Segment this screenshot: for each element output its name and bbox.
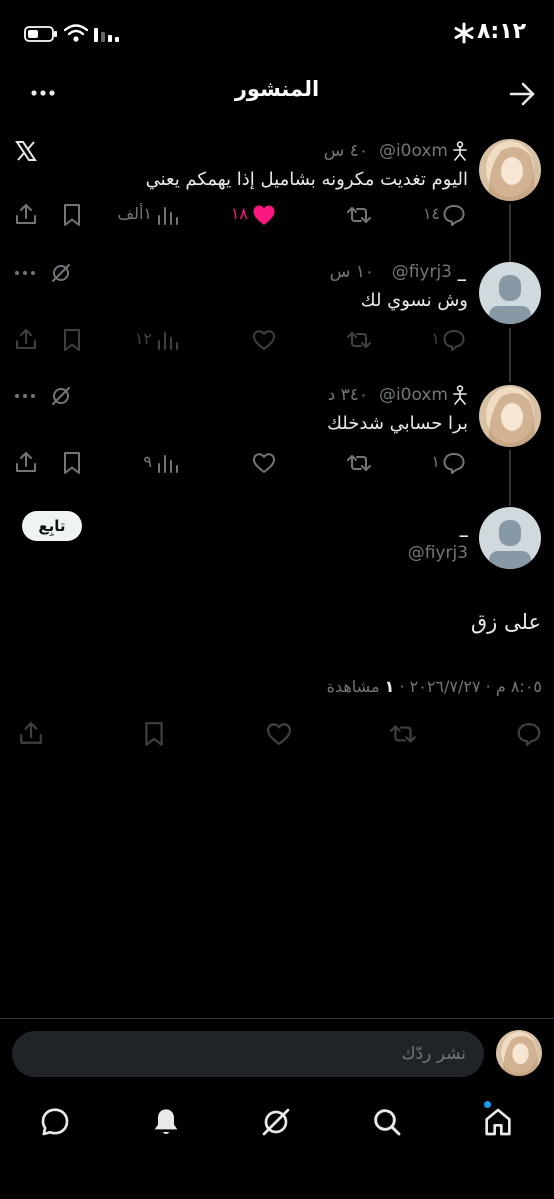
post-author-handle[interactable]: @fiyrj3 [370, 541, 468, 565]
main-post: _ @fiyrj3 تابِع على زق ٨:٠٥ م · ٢٠٢٦/٧/٢… [0, 505, 554, 765]
like-button[interactable]: ١٨ [226, 201, 280, 229]
search-icon[interactable] [371, 1106, 403, 1138]
bookmark-icon[interactable] [143, 721, 165, 747]
x-logo-icon [14, 139, 38, 163]
more-icon[interactable] [14, 264, 36, 282]
reply-bar: نشر ردّك [0, 1018, 554, 1091]
more-icon[interactable] [14, 387, 36, 405]
tweet[interactable]: _ @fiyrj3 ١٠ س وش نسوي لك ١ ١٢ [0, 258, 554, 370]
views-count: ١ [384, 677, 395, 696]
page-title: المنشور [234, 77, 320, 101]
notifications-icon[interactable] [150, 1106, 182, 1138]
tweet-actions: ١٤ ١٨ ١ألف [0, 201, 554, 231]
share-icon[interactable] [14, 450, 38, 474]
repost-icon[interactable] [389, 721, 417, 747]
tweet[interactable]: @i0oxm ٣٤٠ د برا حسابي شدخلك ١ ٩ [0, 381, 554, 493]
reply-button[interactable]: ١ [420, 449, 470, 477]
reply-button[interactable]: ١ [420, 326, 470, 354]
tweet-actions: ١ ٩ [0, 449, 554, 479]
verified-figure-icon [451, 385, 469, 405]
avatar [496, 1030, 542, 1076]
bookmark-icon[interactable] [62, 328, 82, 352]
tweet-text: اليوم تغديت مكرونه بشاميل إذا يهمكم يعني [145, 169, 468, 190]
tweet-text: وش نسوي لك [360, 290, 468, 311]
clock: ٨:١٢ [477, 19, 527, 44]
views-count: ١٢ [134, 329, 152, 348]
views-button[interactable]: ٩ [120, 449, 180, 477]
heart-filled-icon [252, 204, 276, 226]
views-icon [156, 329, 178, 351]
verified-figure-icon [451, 141, 469, 161]
bottom-nav [0, 1090, 554, 1199]
follow-button[interactable]: تابِع [22, 511, 82, 541]
avatar[interactable] [479, 139, 541, 201]
views-icon [156, 452, 178, 474]
views-button[interactable]: ١٢ [120, 326, 180, 354]
battery-icon [24, 26, 58, 42]
reply-count: ١ [431, 329, 440, 348]
tweet-actions: ١ ١٢ [0, 326, 554, 356]
unread-dot [484, 1101, 491, 1108]
post-actions [0, 719, 554, 749]
share-icon[interactable] [14, 202, 38, 226]
bookmark-icon[interactable] [62, 203, 82, 227]
reply-placeholder: نشر ردّك [401, 1044, 466, 1064]
tweet-handle[interactable]: @i0oxm [370, 139, 448, 163]
reply-button[interactable]: ١٤ [420, 201, 470, 229]
post-text: على زق [470, 610, 541, 634]
tweet[interactable]: @i0oxm ٤٠ س اليوم تغديت مكرونه بشاميل إذ… [0, 135, 554, 247]
heart-icon[interactable] [252, 452, 276, 474]
back-arrow-icon[interactable] [508, 80, 536, 108]
repost-icon[interactable] [346, 451, 372, 475]
share-icon[interactable] [18, 720, 44, 746]
reply-icon [442, 328, 466, 352]
messages-icon[interactable] [39, 1106, 71, 1138]
wifi-icon [64, 24, 88, 42]
bluetooth-icon [453, 22, 475, 44]
tweet-time: ٣٤٠ د [327, 385, 368, 405]
signal-icon [94, 26, 120, 42]
tweet-time: ٤٠ س [323, 141, 368, 161]
tweet-handle[interactable]: @fiyrj3 [376, 260, 452, 284]
post-author-name[interactable]: _ [420, 517, 469, 539]
views-label: مشاهدة [326, 677, 380, 696]
avatar[interactable] [479, 507, 541, 569]
post-timestamp-row: ٨:٠٥ م · ٢٠٢٦/٧/٢٧ · ١ مشاهدة [200, 675, 542, 699]
repost-icon[interactable] [346, 328, 372, 352]
views-button[interactable]: ١ألف [110, 201, 180, 229]
tweet-time: ١٠ س [329, 262, 374, 282]
views-count: ١ألف [117, 204, 152, 223]
home-icon[interactable] [482, 1106, 514, 1138]
grok-icon[interactable] [50, 262, 72, 284]
views-count: ٩ [143, 452, 152, 471]
reply-icon [442, 451, 466, 475]
views-icon [156, 204, 178, 226]
reply-count: ١ [431, 452, 440, 471]
bookmark-icon[interactable] [62, 451, 82, 475]
grok-icon[interactable] [260, 1106, 292, 1138]
reply-icon[interactable] [516, 721, 542, 747]
grok-icon[interactable] [50, 385, 72, 407]
header: المنشور [0, 66, 554, 122]
post-timestamp: ٨:٠٥ م · ٢٠٢٦/٧/٢٧ [409, 677, 542, 696]
reply-count: ١٤ [422, 204, 440, 223]
more-icon[interactable] [30, 82, 56, 104]
like-count: ١٨ [230, 204, 248, 223]
avatar[interactable] [479, 262, 541, 324]
reply-input[interactable]: نشر ردّك [12, 1031, 484, 1077]
repost-icon[interactable] [346, 203, 372, 227]
status-bar: ٨:١٢ [0, 0, 554, 64]
tweet-handle[interactable]: @i0oxm [370, 383, 448, 407]
tweet-name[interactable]: _ [450, 260, 467, 284]
reply-icon [442, 203, 466, 227]
tweet-text: برا حسابي شدخلك [327, 413, 468, 434]
heart-icon[interactable] [252, 329, 276, 351]
separator: · [394, 677, 410, 696]
avatar[interactable] [479, 385, 541, 447]
heart-icon[interactable] [265, 722, 293, 746]
share-icon[interactable] [14, 327, 38, 351]
